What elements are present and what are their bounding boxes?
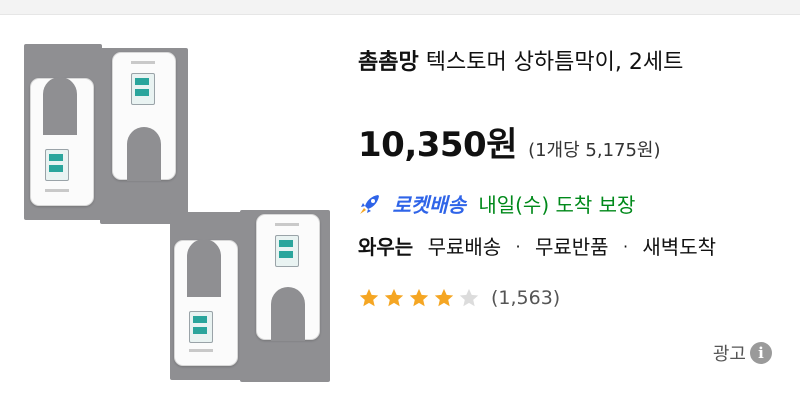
star-filled-icon bbox=[384, 288, 404, 307]
device-notch bbox=[271, 287, 305, 341]
info-icon[interactable]: i bbox=[750, 342, 772, 364]
star-empty-icon bbox=[459, 288, 479, 307]
device-notch bbox=[127, 127, 161, 181]
product-title[interactable]: 촘촘망 텍스토머 상하틈막이, 2세트 bbox=[358, 48, 683, 78]
wow-label: 와우는 bbox=[358, 235, 414, 259]
device-notch bbox=[43, 77, 77, 135]
rating-row[interactable]: (1,563) bbox=[358, 285, 560, 311]
stopper-device bbox=[30, 77, 94, 206]
ad-text: 광고 bbox=[712, 344, 746, 365]
product-brand: 촘촘망 bbox=[358, 50, 419, 75]
arrival-guarantee: 내일(수) 도착 보장 bbox=[478, 193, 636, 217]
delivery-row: 로켓배송 내일(수) 도착 보장 bbox=[358, 191, 635, 219]
wow-benefits-row: 와우는 무료배송 · 무료반품 · 새벽도착 bbox=[358, 233, 716, 261]
device-brand-mark bbox=[45, 189, 69, 192]
device-display bbox=[275, 235, 299, 267]
ad-label[interactable]: 광고 i bbox=[713, 340, 772, 366]
unit-price: (1개당 5,175원) bbox=[528, 140, 661, 161]
star-filled-icon bbox=[409, 288, 429, 307]
rocket-delivery-badge: 로켓배송 bbox=[392, 193, 466, 217]
device-notch bbox=[187, 239, 221, 297]
stopper-device bbox=[174, 239, 238, 366]
top-divider bbox=[0, 0, 800, 15]
benefit-free-return: 무료반품 bbox=[534, 235, 609, 259]
review-count: (1,563) bbox=[491, 287, 561, 309]
product-image[interactable] bbox=[0, 16, 345, 414]
product-name: 텍스토머 상하틈막이, 2세트 bbox=[425, 50, 684, 75]
device-display bbox=[45, 149, 69, 181]
device-display bbox=[189, 311, 213, 343]
stopper-device bbox=[256, 214, 320, 341]
device-brand-mark bbox=[275, 223, 299, 226]
star-filled-icon bbox=[359, 288, 379, 307]
device-brand-mark bbox=[131, 61, 155, 64]
star-rating bbox=[358, 287, 483, 309]
stopper-device bbox=[112, 52, 176, 181]
product-price: 10,350원 bbox=[358, 125, 517, 165]
star-filled-icon bbox=[434, 288, 454, 307]
device-display bbox=[131, 73, 155, 105]
separator-dot: · bbox=[622, 237, 629, 256]
separator-dot: · bbox=[515, 237, 521, 256]
benefit-free-shipping: 무료배송 bbox=[427, 235, 502, 259]
price-row: 10,350원 (1개당 5,175원) bbox=[358, 117, 661, 166]
benefit-dawn-delivery: 새벽도착 bbox=[642, 235, 717, 259]
rocket-icon bbox=[360, 195, 379, 214]
device-brand-mark bbox=[189, 349, 213, 352]
